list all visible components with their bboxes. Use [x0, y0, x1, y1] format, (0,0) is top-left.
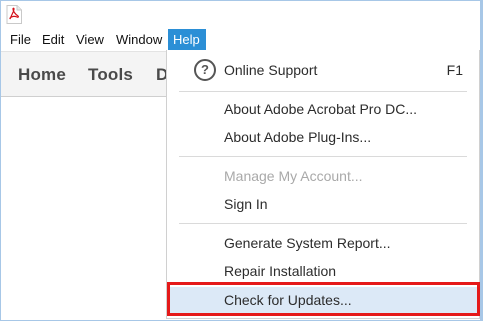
- menu-file[interactable]: File: [5, 29, 36, 51]
- menu-item-sign-in[interactable]: Sign In: [167, 192, 479, 216]
- tab-tools[interactable]: Tools: [88, 65, 133, 85]
- title-bar: [1, 1, 482, 29]
- generate-report-label: Generate System Report...: [224, 235, 391, 251]
- menu-separator: [179, 223, 467, 224]
- help-circle-icon: ?: [194, 59, 216, 81]
- annotation-highlight-box: [167, 282, 480, 316]
- help-menu-dropdown: ? Online Support F1 About Adobe Acrobat …: [166, 50, 480, 319]
- repair-installation-label: Repair Installation: [224, 263, 337, 279]
- menu-item-about-plugins[interactable]: About Adobe Plug-Ins...: [167, 125, 479, 149]
- menu-view[interactable]: View: [71, 29, 109, 51]
- menu-window[interactable]: Window: [111, 29, 167, 51]
- online-support-label: Online Support: [224, 62, 318, 78]
- tab-home[interactable]: Home: [18, 65, 66, 85]
- menu-item-generate-report[interactable]: Generate System Report...: [167, 231, 479, 255]
- online-support-shortcut: F1: [446, 62, 463, 78]
- menu-help[interactable]: Help: [168, 29, 206, 51]
- about-plugins-label: About Adobe Plug-Ins...: [224, 129, 372, 145]
- menu-item-manage-account: Manage My Account...: [167, 164, 479, 188]
- menu-item-about-acrobat[interactable]: About Adobe Acrobat Pro DC...: [167, 97, 479, 121]
- menu-separator: [179, 156, 467, 157]
- menu-item-repair-installation[interactable]: Repair Installation: [167, 259, 479, 283]
- about-acrobat-label: About Adobe Acrobat Pro DC...: [224, 101, 418, 117]
- manage-account-label: Manage My Account...: [224, 168, 363, 184]
- adobe-acrobat-pdf-icon: [6, 5, 22, 24]
- sign-in-label: Sign In: [224, 196, 268, 212]
- window-border: [480, 0, 482, 321]
- menu-bar: File Edit View Window Help: [1, 29, 482, 52]
- menu-separator: [179, 91, 467, 92]
- menu-edit[interactable]: Edit: [37, 29, 69, 51]
- menu-item-online-support[interactable]: ? Online Support F1: [167, 58, 479, 82]
